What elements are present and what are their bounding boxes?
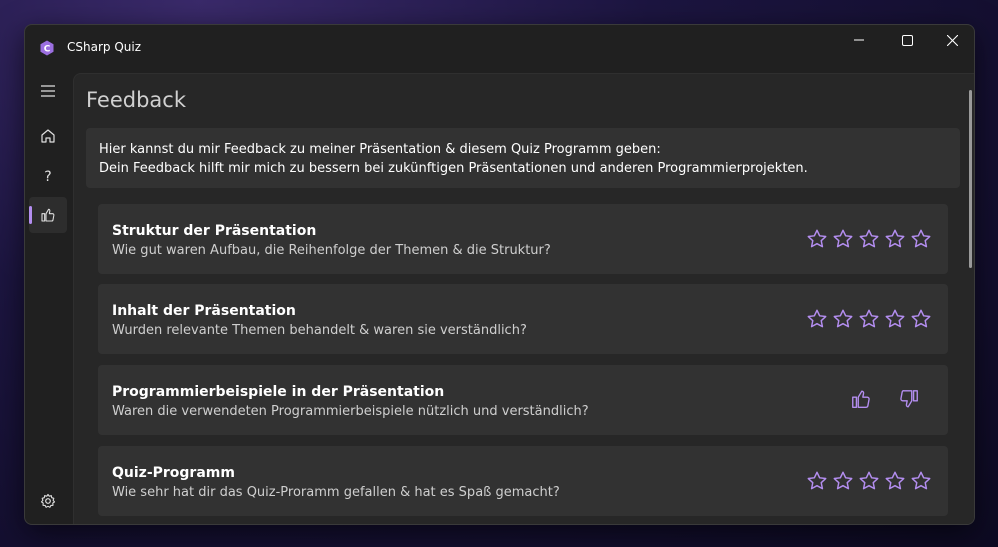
thumbs-up-icon — [41, 208, 55, 222]
star-rating — [806, 308, 932, 330]
nav-item-help[interactable]: ? — [29, 158, 67, 194]
close-icon — [946, 34, 958, 46]
maximize-button[interactable] — [885, 25, 929, 55]
star-icon[interactable] — [910, 308, 932, 330]
feedback-card-structure: Struktur der Präsentation Wie gut waren … — [98, 204, 948, 274]
title-bar[interactable]: C CSharp Quiz — [25, 25, 974, 73]
minimize-icon — [854, 39, 864, 41]
star-icon[interactable] — [858, 308, 880, 330]
thumbs-up-icon[interactable] — [850, 388, 872, 410]
maximize-icon — [901, 34, 913, 46]
card-title: Struktur der Präsentation — [112, 223, 317, 239]
star-rating — [806, 228, 932, 250]
svg-text:C: C — [44, 45, 51, 55]
star-icon[interactable] — [910, 470, 932, 492]
star-icon[interactable] — [832, 308, 854, 330]
hamburger-menu-icon — [41, 85, 55, 97]
svg-text:?: ? — [44, 169, 51, 184]
star-icon[interactable] — [858, 228, 880, 250]
page-title: Feedback — [86, 88, 187, 112]
card-title: Quiz-Programm — [112, 465, 235, 481]
star-icon[interactable] — [832, 470, 854, 492]
home-icon — [41, 129, 55, 143]
intro-line-2: Dein Feedback hilft mir mich zu bessern … — [99, 161, 808, 176]
card-subtitle: Wie sehr hat dir das Quiz-Proramm gefall… — [112, 485, 560, 500]
navigation-pane: ? — [25, 73, 73, 524]
star-rating — [806, 470, 932, 492]
star-icon[interactable] — [858, 470, 880, 492]
star-icon[interactable] — [806, 308, 828, 330]
csharp-logo-icon: C — [40, 40, 54, 56]
intro-box: Hier kannst du mir Feedback zu meiner Pr… — [86, 128, 960, 188]
nav-item-settings[interactable] — [29, 483, 67, 519]
star-icon[interactable] — [884, 308, 906, 330]
feedback-card-content: Inhalt der Präsentation Wurden relevante… — [98, 284, 948, 354]
star-icon[interactable] — [832, 228, 854, 250]
star-icon[interactable] — [806, 470, 828, 492]
feedback-card-quiz: Quiz-Programm Wie sehr hat dir das Quiz-… — [98, 446, 948, 516]
thumb-rating — [850, 388, 920, 410]
star-icon[interactable] — [806, 228, 828, 250]
nav-item-home[interactable] — [29, 118, 67, 154]
vertical-scrollbar[interactable] — [969, 90, 972, 268]
gear-icon — [40, 493, 56, 508]
feedback-card-examples: Programmierbeispiele in der Präsentation… — [98, 365, 948, 435]
close-button[interactable] — [930, 25, 974, 55]
star-icon[interactable] — [910, 228, 932, 250]
question-mark-icon: ? — [44, 169, 51, 184]
card-title: Programmierbeispiele in der Präsentation — [112, 384, 445, 400]
card-subtitle: Wie gut waren Aufbau, die Reihenfolge de… — [112, 243, 551, 258]
card-subtitle: Wurden relevante Themen behandelt & ware… — [112, 323, 527, 338]
window-title: CSharp Quiz — [67, 40, 142, 54]
app-window: C CSharp Quiz ? Feedback Hier kannst du … — [24, 24, 975, 525]
main-content: Feedback Hier kannst du mir Feedback zu … — [73, 73, 974, 524]
card-subtitle: Waren die verwendeten Programmierbeispie… — [112, 404, 589, 419]
nav-item-feedback[interactable] — [29, 197, 67, 233]
card-title: Inhalt der Präsentation — [112, 303, 296, 319]
star-icon[interactable] — [884, 470, 906, 492]
thumbs-down-icon[interactable] — [898, 388, 920, 410]
star-icon[interactable] — [884, 228, 906, 250]
intro-line-1: Hier kannst du mir Feedback zu meiner Pr… — [99, 142, 661, 157]
minimize-button[interactable] — [837, 25, 881, 55]
nav-menu-toggle[interactable] — [29, 73, 67, 109]
